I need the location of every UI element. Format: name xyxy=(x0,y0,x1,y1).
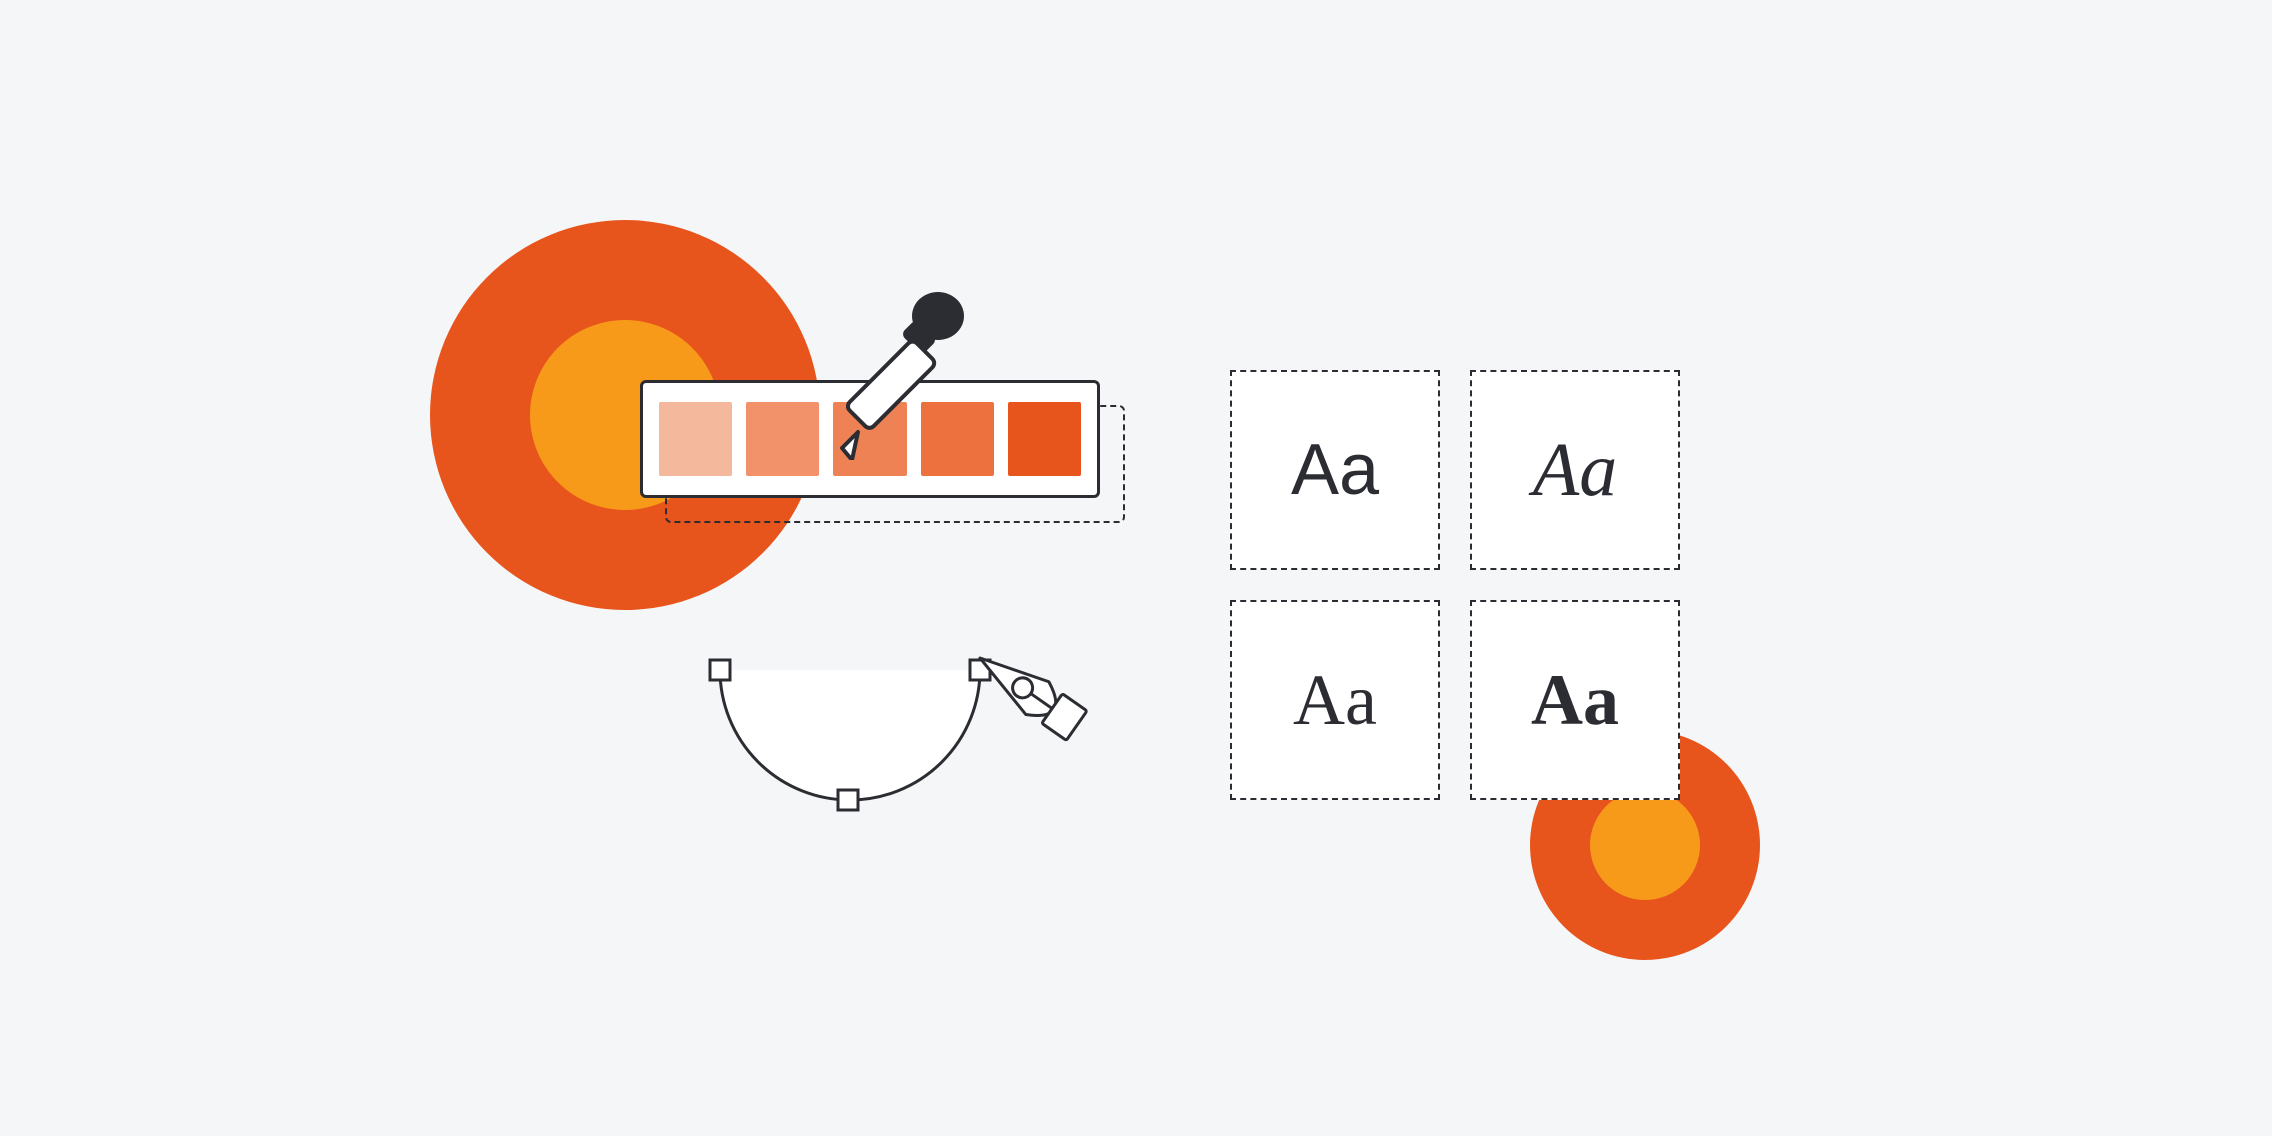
font-sample-text: Aa xyxy=(1531,659,1619,742)
font-sample-text: Aa xyxy=(1291,429,1379,511)
font-sample-serif-bold: Aa xyxy=(1470,600,1680,800)
font-sample-script: Aa xyxy=(1470,370,1680,570)
font-sample-sans: Aa xyxy=(1230,370,1440,570)
eyedropper-icon xyxy=(830,290,980,460)
swatch-5 xyxy=(1008,402,1081,476)
swatch-2 xyxy=(746,402,819,476)
swatch-1 xyxy=(659,402,732,476)
font-sample-serif: Aa xyxy=(1230,600,1440,800)
font-sample-text: Aa xyxy=(1533,427,1617,514)
design-illustration: Aa Aa Aa Aa xyxy=(0,0,2272,1136)
pen-tool-icon xyxy=(680,640,1140,860)
circle-small-inner xyxy=(1590,790,1700,900)
font-sample-grid: Aa Aa Aa Aa xyxy=(1230,370,1680,800)
font-sample-text: Aa xyxy=(1293,659,1377,742)
